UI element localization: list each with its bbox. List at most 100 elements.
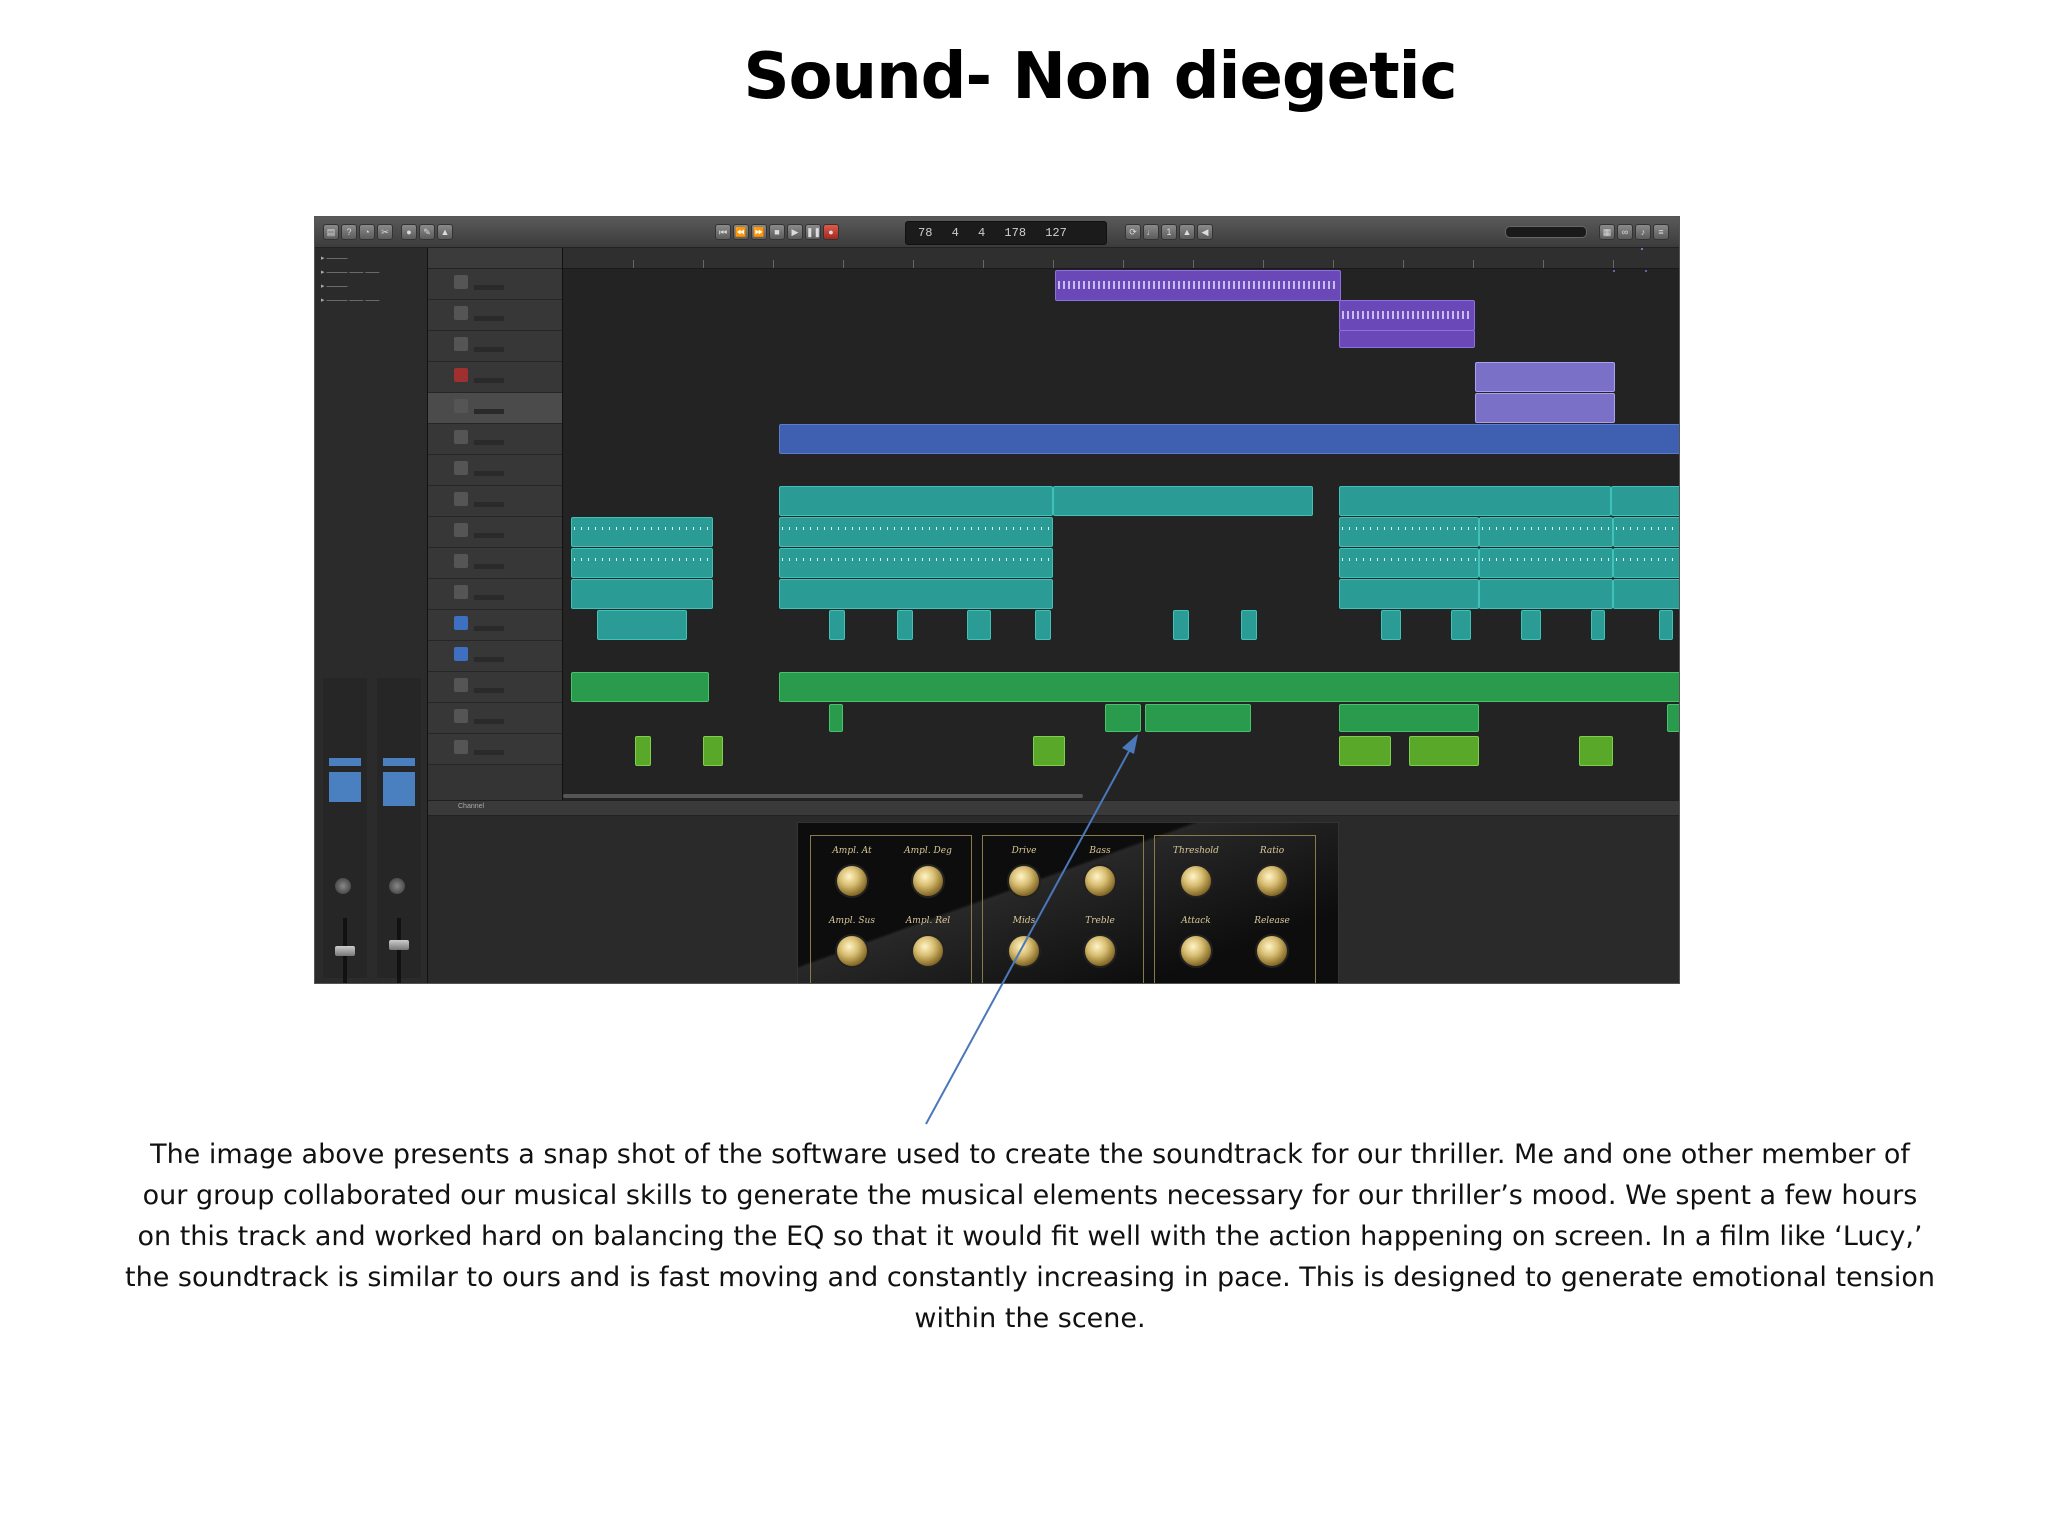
- software-instrument-region[interactable]: [779, 424, 1679, 454]
- metronome-toggle[interactable]: ▲: [1179, 224, 1195, 240]
- track-header[interactable]: [428, 703, 562, 734]
- drummer-region[interactable]: [1613, 579, 1679, 609]
- audio-region[interactable]: [1339, 330, 1475, 348]
- inspector-row[interactable]: ▸ ———: [321, 282, 421, 292]
- midi-region[interactable]: [1409, 736, 1479, 766]
- track-header-selected[interactable]: [428, 393, 562, 424]
- midi-region[interactable]: [703, 736, 723, 766]
- media-browser-button[interactable]: ♪: [1635, 224, 1651, 240]
- mute-solo-buttons[interactable]: [474, 316, 504, 321]
- tool-button[interactable]: ✎: [419, 224, 435, 240]
- track-header[interactable]: [428, 672, 562, 703]
- track-header[interactable]: [428, 269, 562, 300]
- drummer-region[interactable]: [1613, 548, 1679, 578]
- knob[interactable]: [1181, 936, 1211, 966]
- track-header[interactable]: [428, 331, 562, 362]
- loop-browser-button[interactable]: ∞: [1617, 224, 1633, 240]
- drummer-region[interactable]: [1479, 579, 1613, 609]
- audio-region[interactable]: [1475, 393, 1615, 423]
- list-button[interactable]: ≡: [1653, 224, 1669, 240]
- audio-region[interactable]: [1613, 270, 1615, 272]
- editors-button[interactable]: ✂: [377, 224, 393, 240]
- mute-solo-buttons[interactable]: [474, 657, 504, 662]
- knob[interactable]: [1085, 866, 1115, 896]
- knob[interactable]: [1181, 866, 1211, 896]
- midi-region[interactable]: [829, 610, 845, 640]
- drummer-region[interactable]: [779, 517, 1053, 547]
- mute-solo-buttons[interactable]: [474, 409, 504, 414]
- knob[interactable]: [1257, 936, 1287, 966]
- inspector-row[interactable]: ▸ ——— —— ——: [321, 268, 421, 278]
- forward-button[interactable]: ⏩: [751, 224, 767, 240]
- help-button[interactable]: ?: [341, 224, 357, 240]
- track-header[interactable]: [428, 517, 562, 548]
- record-button[interactable]: ●: [823, 224, 839, 240]
- track-header[interactable]: [428, 300, 562, 331]
- track-header[interactable]: [428, 641, 562, 672]
- master-volume-button[interactable]: ◀: [1197, 224, 1213, 240]
- note-pad-button[interactable]: ▦: [1599, 224, 1615, 240]
- knob[interactable]: [837, 936, 867, 966]
- volume-fader[interactable]: [389, 940, 409, 950]
- horizontal-scrollbar[interactable]: [563, 794, 1083, 798]
- mute-solo-buttons[interactable]: [474, 564, 504, 569]
- midi-region[interactable]: [1667, 704, 1679, 732]
- midi-region[interactable]: [779, 672, 1679, 702]
- audio-region[interactable]: [1475, 362, 1615, 392]
- mute-solo-buttons[interactable]: [474, 719, 504, 724]
- stop-button[interactable]: ■: [769, 224, 785, 240]
- track-header[interactable]: [428, 734, 562, 765]
- audio-region[interactable]: [1339, 300, 1475, 331]
- mute-solo-buttons[interactable]: [474, 440, 504, 445]
- strip-setting-tag[interactable]: [329, 758, 361, 766]
- pause-button[interactable]: ❚❚: [805, 224, 821, 240]
- mute-solo-buttons[interactable]: [474, 626, 504, 631]
- knob[interactable]: [913, 936, 943, 966]
- audio-region[interactable]: [1641, 248, 1643, 250]
- mute-solo-buttons[interactable]: [474, 595, 504, 600]
- mute-solo-buttons[interactable]: [474, 471, 504, 476]
- editor-tab[interactable]: Channel: [458, 803, 484, 810]
- mute-solo-buttons[interactable]: [474, 347, 504, 352]
- knob[interactable]: [1009, 936, 1039, 966]
- cycle-button[interactable]: ⟳: [1125, 224, 1141, 240]
- midi-region[interactable]: [1591, 610, 1605, 640]
- drummer-region[interactable]: [1611, 486, 1679, 516]
- drummer-region[interactable]: [1339, 579, 1479, 609]
- smart-controls-button[interactable]: ◔: [359, 224, 375, 240]
- mute-solo-buttons[interactable]: [474, 285, 504, 290]
- midi-region[interactable]: [1241, 610, 1257, 640]
- volume-fader-track[interactable]: [397, 918, 401, 983]
- knob[interactable]: [1257, 866, 1287, 896]
- drummer-region[interactable]: [779, 579, 1053, 609]
- master-volume-slider[interactable]: [1505, 226, 1587, 238]
- midi-region[interactable]: [1145, 704, 1251, 732]
- midi-region[interactable]: [1659, 610, 1673, 640]
- drummer-region[interactable]: [571, 517, 713, 547]
- metronome-button[interactable]: ▲: [437, 224, 453, 240]
- inspector-row[interactable]: ▸ ———: [321, 254, 421, 264]
- midi-region[interactable]: [897, 610, 913, 640]
- track-header[interactable]: [428, 486, 562, 517]
- strip-setting-tag[interactable]: [383, 758, 415, 766]
- pan-knob[interactable]: [335, 878, 351, 894]
- midi-region[interactable]: [597, 610, 687, 640]
- strip-plugin-slot[interactable]: [329, 772, 361, 802]
- mute-solo-buttons[interactable]: [474, 688, 504, 693]
- midi-region[interactable]: [1035, 610, 1051, 640]
- tuner-button[interactable]: ♩: [1143, 224, 1159, 240]
- midi-region[interactable]: [967, 610, 991, 640]
- drummer-region[interactable]: [1479, 517, 1613, 547]
- knob[interactable]: [913, 866, 943, 896]
- arrangement-area[interactable]: [563, 248, 1679, 800]
- record-button-left[interactable]: ●: [401, 224, 417, 240]
- volume-fader[interactable]: [335, 946, 355, 956]
- track-header[interactable]: [428, 548, 562, 579]
- drummer-region[interactable]: [779, 548, 1053, 578]
- drummer-region[interactable]: [1339, 548, 1479, 578]
- midi-region[interactable]: [1451, 610, 1471, 640]
- midi-region[interactable]: [1521, 610, 1541, 640]
- library-button[interactable]: ▤: [323, 224, 339, 240]
- lcd-display[interactable]: 78 4 4 178 127: [905, 221, 1107, 245]
- midi-region[interactable]: [635, 736, 651, 766]
